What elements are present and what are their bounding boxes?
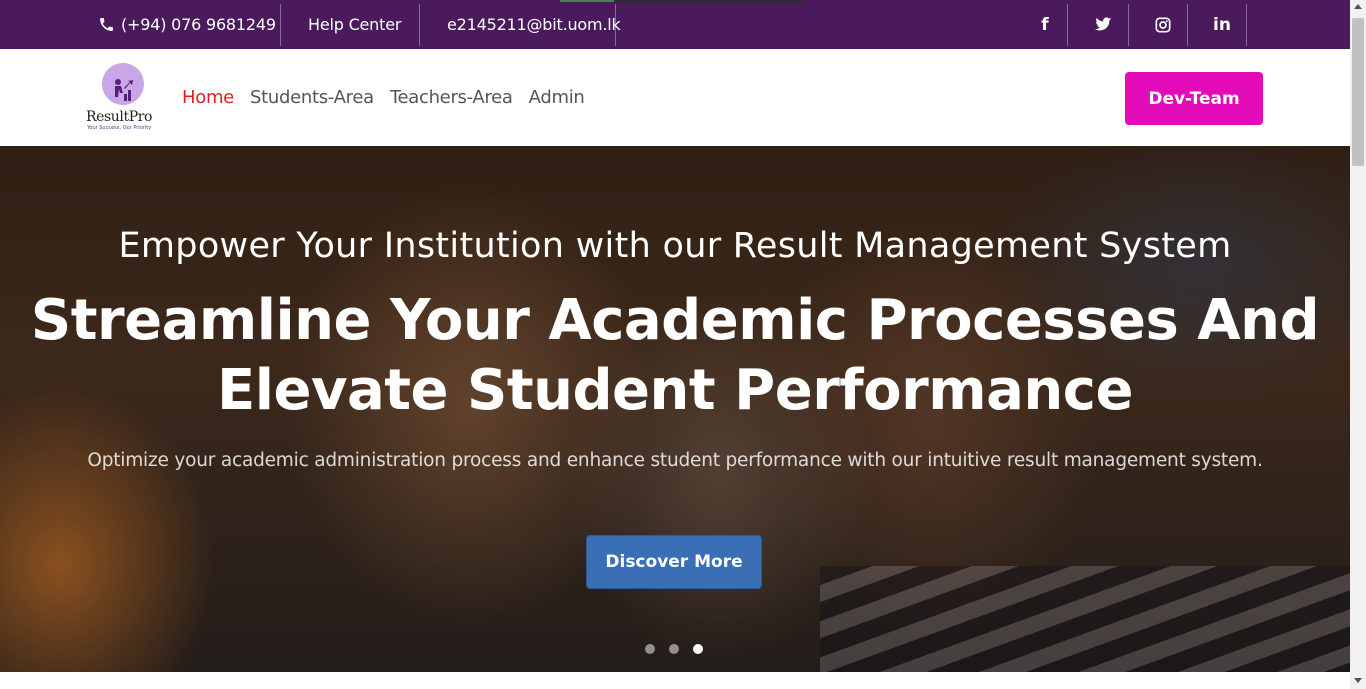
logo-tagline: Your Success, Our Priority <box>87 125 152 131</box>
hero-subtitle: Empower Your Institution with our Result… <box>118 226 1232 266</box>
nav-item-home[interactable]: Home <box>182 87 234 108</box>
topbar-divider <box>1128 4 1129 46</box>
nav-item-admin[interactable]: Admin <box>529 87 585 108</box>
nav-menu: Home Students-Area Teachers-Area Admin <box>182 49 585 146</box>
hero-description: Optimize your academic administration pr… <box>87 450 1263 471</box>
carousel-dot-1[interactable] <box>645 644 655 654</box>
nav-item-students-area[interactable]: Students-Area <box>250 87 374 108</box>
email-contact[interactable]: e2145211@bit.uom.lk <box>447 0 621 49</box>
hero-title: Streamline Your Academic Processes And E… <box>0 286 1350 426</box>
hero-title-line-2: Elevate Student Performance <box>217 358 1133 423</box>
dev-team-button[interactable]: Dev-Team <box>1125 72 1263 125</box>
scroll-down-arrow-icon[interactable] <box>1354 678 1362 683</box>
facebook-icon: f <box>1041 14 1049 35</box>
phone-icon <box>100 18 113 31</box>
topbar-divider <box>1067 4 1068 46</box>
growth-chart-icon <box>115 79 133 101</box>
hero-banner: Empower Your Institution with our Result… <box>0 146 1350 672</box>
help-center-link[interactable]: Help Center <box>308 0 401 49</box>
scroll-up-arrow-icon[interactable] <box>1354 4 1362 9</box>
logo-name: ResultPro <box>86 109 153 125</box>
help-center-label: Help Center <box>308 15 402 34</box>
email-address: e2145211@bit.uom.lk <box>447 15 621 34</box>
topbar-divider <box>1187 4 1188 46</box>
carousel-dot-3[interactable] <box>693 644 703 654</box>
main-navbar: ResultPro Your Success, Our Priority Hom… <box>0 49 1350 146</box>
linkedin-link[interactable]: in <box>1193 0 1251 49</box>
hero-title-line-1: Streamline Your Academic Processes And <box>30 288 1320 353</box>
twitter-icon <box>1094 17 1111 31</box>
discover-more-button[interactable]: Discover More <box>586 535 762 589</box>
page-body-start <box>0 672 1350 689</box>
brand-logo[interactable]: ResultPro Your Success, Our Priority <box>84 61 164 137</box>
topbar-divider <box>419 4 420 46</box>
top-bar: (+94) 076 9681249 Help Center e2145211@b… <box>0 0 1350 49</box>
carousel-indicators <box>645 644 703 654</box>
twitter-link[interactable] <box>1074 0 1132 49</box>
carousel-dot-2[interactable] <box>669 644 679 654</box>
topbar-divider <box>1246 4 1247 46</box>
logo-emblem <box>102 63 144 105</box>
phone-number: (+94) 076 9681249 <box>121 15 276 34</box>
phone-contact[interactable]: (+94) 076 9681249 <box>98 0 276 49</box>
facebook-link[interactable]: f <box>1016 0 1074 49</box>
topbar-divider <box>280 4 281 46</box>
instagram-link[interactable] <box>1134 0 1192 49</box>
page-scrollbar[interactable] <box>1350 0 1366 689</box>
scrollbar-thumb[interactable] <box>1352 18 1364 166</box>
linkedin-icon: in <box>1213 14 1231 35</box>
instagram-icon <box>1155 17 1171 32</box>
nav-item-teachers-area[interactable]: Teachers-Area <box>390 87 513 108</box>
topbar-divider <box>615 4 616 46</box>
